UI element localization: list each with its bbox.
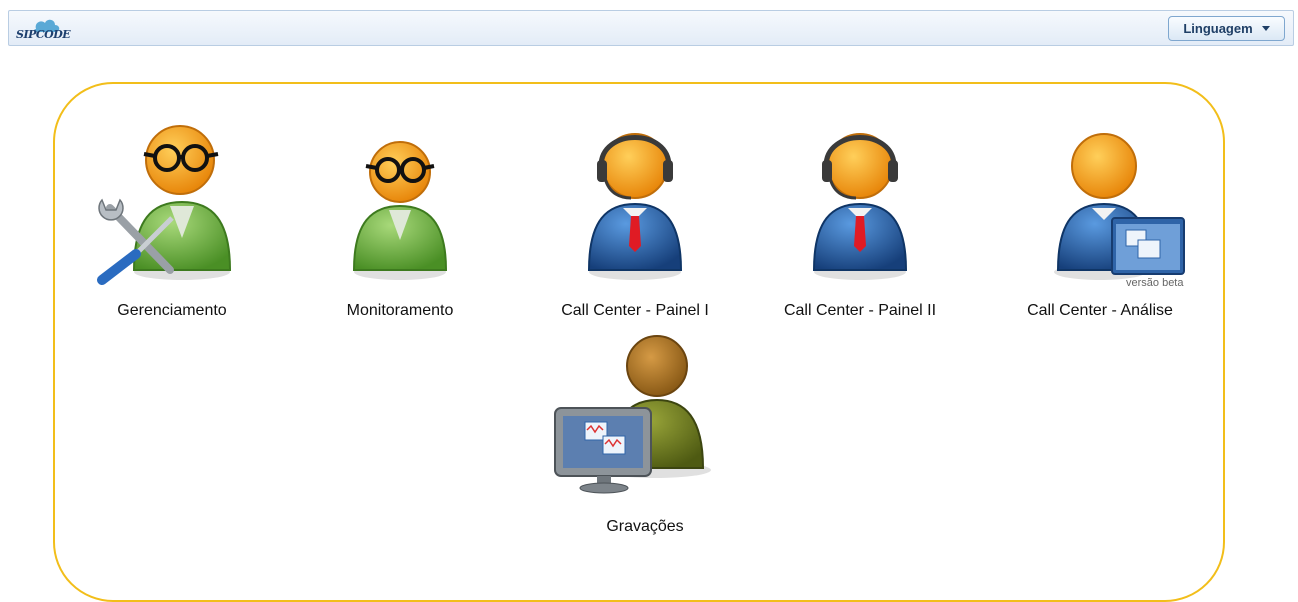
module-gravacoes[interactable]: Gravações <box>545 330 745 540</box>
module-call-center-painel-1[interactable]: Call Center - Painel I <box>535 120 735 330</box>
module-label: Monitoramento <box>346 302 454 319</box>
module-label: Call Center - Painel I <box>561 302 709 319</box>
module-call-center-analise[interactable]: versão beta Call Center - Análise <box>1000 120 1200 330</box>
language-label: Linguagem <box>1183 21 1253 36</box>
module-label: Gerenciamento <box>117 302 227 319</box>
beta-badge: versão beta <box>1126 277 1184 289</box>
module-label: Call Center - Análise <box>1027 302 1173 319</box>
monitor-user-glasses-icon <box>352 141 448 280</box>
module-label: Gravações <box>606 518 684 535</box>
module-label: Call Center - Painel II <box>783 302 937 319</box>
recordings-monitor-icon <box>554 335 711 494</box>
top-bar: SIPCODE Linguagem <box>8 10 1294 46</box>
logo-text: SIPCODE <box>16 28 71 41</box>
module-monitoramento[interactable]: Monitoramento <box>300 120 500 330</box>
chevron-down-icon <box>1261 26 1270 31</box>
module-gerenciamento[interactable]: Gerenciamento <box>72 120 272 330</box>
headset-agent-icon <box>812 133 908 280</box>
module-call-center-painel-2[interactable]: Call Center - Painel II <box>760 120 960 330</box>
analyst-window-icon <box>1054 133 1185 280</box>
sipcode-logo[interactable]: SIPCODE <box>14 15 71 43</box>
language-dropdown-button[interactable]: Linguagem <box>1168 16 1285 41</box>
headset-agent-icon <box>587 133 683 280</box>
admin-user-wrench-icon <box>97 125 232 285</box>
